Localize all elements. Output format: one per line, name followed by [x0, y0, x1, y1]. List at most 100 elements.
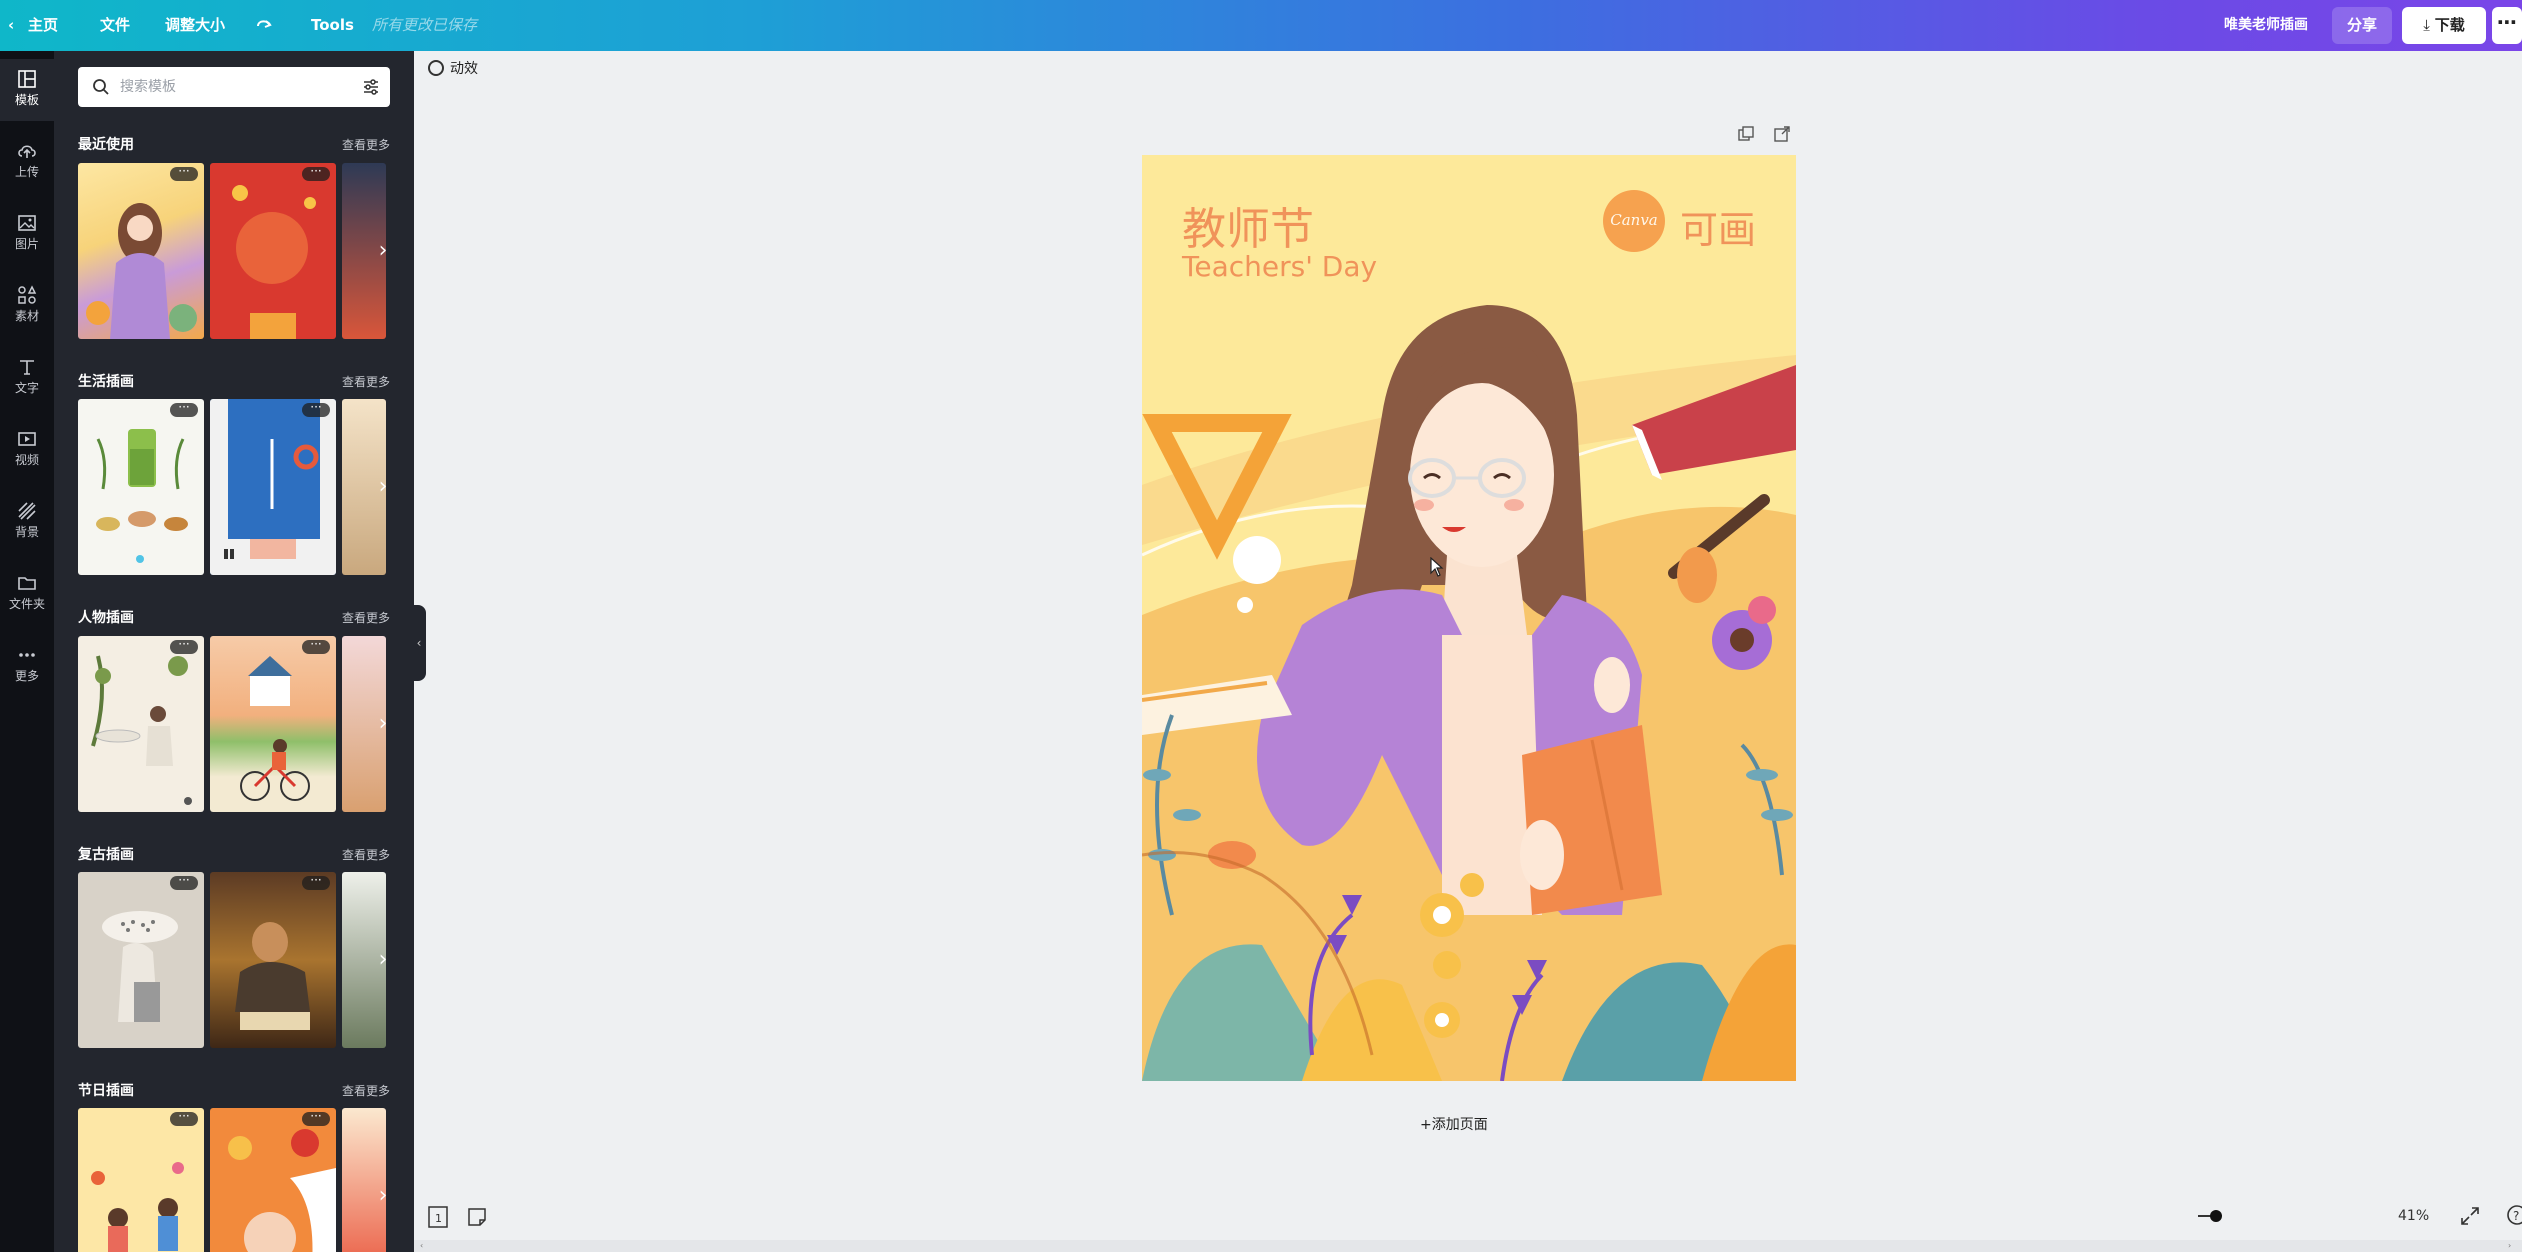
section-more-people[interactable]: 查看更多: [342, 609, 390, 626]
download-button[interactable]: ⤓ 下载: [2402, 7, 2486, 44]
file-menu[interactable]: 文件: [100, 0, 130, 51]
section-more-festival[interactable]: 查看更多: [342, 1082, 390, 1099]
rail-label-more: 更多: [14, 669, 39, 683]
thumb-more-icon[interactable]: ···: [302, 401, 330, 417]
tools-menu[interactable]: Tools: [311, 0, 354, 51]
design-page[interactable]: 教师节 Teachers' Day Canva 可画: [1142, 155, 1796, 1081]
thumb-more-icon[interactable]: ···: [302, 165, 330, 181]
duplicate-page-icon[interactable]: [1738, 126, 1754, 146]
svg-text:?: ?: [2513, 1209, 2519, 1223]
search-box: [78, 67, 390, 107]
text-icon: [20, 360, 34, 375]
section-title-retro: 复古插画: [78, 847, 134, 863]
template-thumbnail[interactable]: ···: [210, 399, 336, 575]
more-options-button[interactable]: ⋯: [2492, 7, 2522, 44]
rail-label-video: 视频: [14, 453, 39, 467]
template-search-input[interactable]: [120, 67, 340, 107]
animate-icon: [428, 60, 444, 76]
section-title-people: 人物插画: [78, 610, 134, 626]
template-thumbnail[interactable]: ···: [210, 163, 336, 339]
rail-label-photos: 图片: [14, 237, 39, 251]
section-title-festival: 节日插画: [78, 1083, 134, 1099]
collapse-panel-icon[interactable]: ‹: [412, 605, 426, 681]
rail-item-elements[interactable]: 素材: [0, 275, 54, 337]
carousel-next-icon[interactable]: ›: [374, 472, 392, 502]
section-more-recent[interactable]: 查看更多: [342, 136, 390, 153]
thumb-more-icon[interactable]: ···: [170, 401, 198, 417]
template-thumbnail[interactable]: ···: [210, 636, 336, 812]
carousel-next-icon[interactable]: ›: [374, 945, 392, 975]
rail-label-templates: 模板: [14, 93, 39, 107]
notes-icon[interactable]: [468, 1208, 486, 1230]
download-icon: ⤓: [2423, 16, 2435, 34]
section-title-life: 生活插画: [78, 374, 134, 390]
thumb-more-icon[interactable]: ···: [302, 638, 330, 654]
thumb-more-icon[interactable]: ···: [302, 1110, 330, 1126]
section-title-recent: 最近使用: [78, 137, 134, 153]
elements-icon: [18, 285, 37, 304]
upload-icon: [18, 145, 36, 158]
template-thumbnail[interactable]: ···: [210, 1108, 336, 1252]
thumb-more-icon[interactable]: ···: [302, 874, 330, 890]
fullscreen-icon[interactable]: [2460, 1206, 2480, 1230]
thumb-more-icon[interactable]: ···: [170, 874, 198, 890]
carousel-next-icon[interactable]: ›: [374, 709, 392, 739]
thumb-more-icon[interactable]: ···: [170, 165, 198, 181]
design-title[interactable]: 唯美老师插画: [2224, 0, 2308, 51]
template-thumbnail[interactable]: ···: [210, 872, 336, 1048]
page-thumbnail-icon[interactable]: 1: [428, 1206, 448, 1232]
rail-item-templates[interactable]: 模板: [0, 59, 54, 121]
animate-label: 动效: [450, 61, 478, 77]
rail-item-text[interactable]: 文字: [0, 347, 54, 409]
zoom-slider[interactable]: [2196, 1206, 2226, 1230]
zoom-level[interactable]: 41%: [2398, 1208, 2429, 1224]
template-thumbnail[interactable]: ···: [78, 872, 204, 1048]
scroll-right-icon[interactable]: ›: [2508, 1242, 2516, 1250]
scroll-left-icon[interactable]: ‹: [420, 1242, 428, 1250]
teacher-illustration: [1142, 190, 1796, 1081]
share-button[interactable]: 分享: [2332, 7, 2392, 44]
rail-label-folder: 文件夹: [8, 597, 45, 611]
rail-item-video[interactable]: 视频: [0, 419, 54, 481]
back-chevron-icon[interactable]: ‹: [8, 0, 14, 51]
thumb-more-icon[interactable]: ···: [170, 638, 198, 654]
rail-label-background: 背景: [14, 525, 39, 539]
animate-button[interactable]: 动效: [428, 58, 478, 78]
svg-text:1: 1: [435, 1212, 442, 1225]
rail-item-folder[interactable]: 文件夹: [0, 563, 54, 625]
carousel-next-icon[interactable]: ›: [374, 1181, 392, 1211]
rail-item-background[interactable]: 背景: [0, 491, 54, 553]
rail-item-upload[interactable]: 上传: [0, 131, 54, 193]
top-bar: ‹ 主页 文件 调整大小 Tools 所有更改已保存 唯美老师插画 分享 ⤓ 下…: [0, 0, 2522, 51]
templates-panel: 最近使用 查看更多 ··· ··· › 生活插画 查看更多 ··· ··· › …: [54, 51, 414, 1252]
template-thumbnail[interactable]: ···: [78, 399, 204, 575]
resize-menu[interactable]: 调整大小: [165, 0, 225, 51]
section-more-life[interactable]: 查看更多: [342, 373, 390, 390]
rail-label-upload: 上传: [14, 165, 39, 179]
download-label: 下载: [2434, 16, 2465, 34]
horizontal-scrollbar[interactable]: ‹ ›: [414, 1240, 2522, 1252]
rail-item-more[interactable]: 更多: [0, 635, 54, 697]
rail-item-photos[interactable]: 图片: [0, 203, 54, 265]
carousel-next-icon[interactable]: ›: [374, 236, 392, 266]
section-more-retro[interactable]: 查看更多: [342, 846, 390, 863]
template-thumbnail[interactable]: ···: [78, 1108, 204, 1252]
template-thumbnail[interactable]: ···: [78, 636, 204, 812]
add-page-button[interactable]: +添加页面: [1420, 1114, 1488, 1134]
template-thumbnail[interactable]: ···: [78, 163, 204, 339]
template-icon: [18, 70, 36, 88]
help-icon[interactable]: ?: [2506, 1204, 2522, 1230]
photo-icon: [18, 215, 36, 231]
redo-icon[interactable]: [254, 16, 274, 36]
canva-logo: Canva: [1610, 211, 1658, 229]
folder-icon: [18, 577, 36, 590]
thumb-more-icon[interactable]: ···: [170, 1110, 198, 1126]
save-status: 所有更改已保存: [372, 16, 478, 34]
logo-cn-text: 可画: [1680, 208, 1757, 252]
template-thumbnail[interactable]: [342, 1108, 386, 1252]
filter-icon[interactable]: [362, 78, 380, 96]
mouse-cursor-icon: [1430, 557, 1444, 577]
video-icon: [18, 432, 36, 446]
add-page-icon[interactable]: [1774, 126, 1790, 146]
home-button[interactable]: 主页: [28, 0, 58, 51]
